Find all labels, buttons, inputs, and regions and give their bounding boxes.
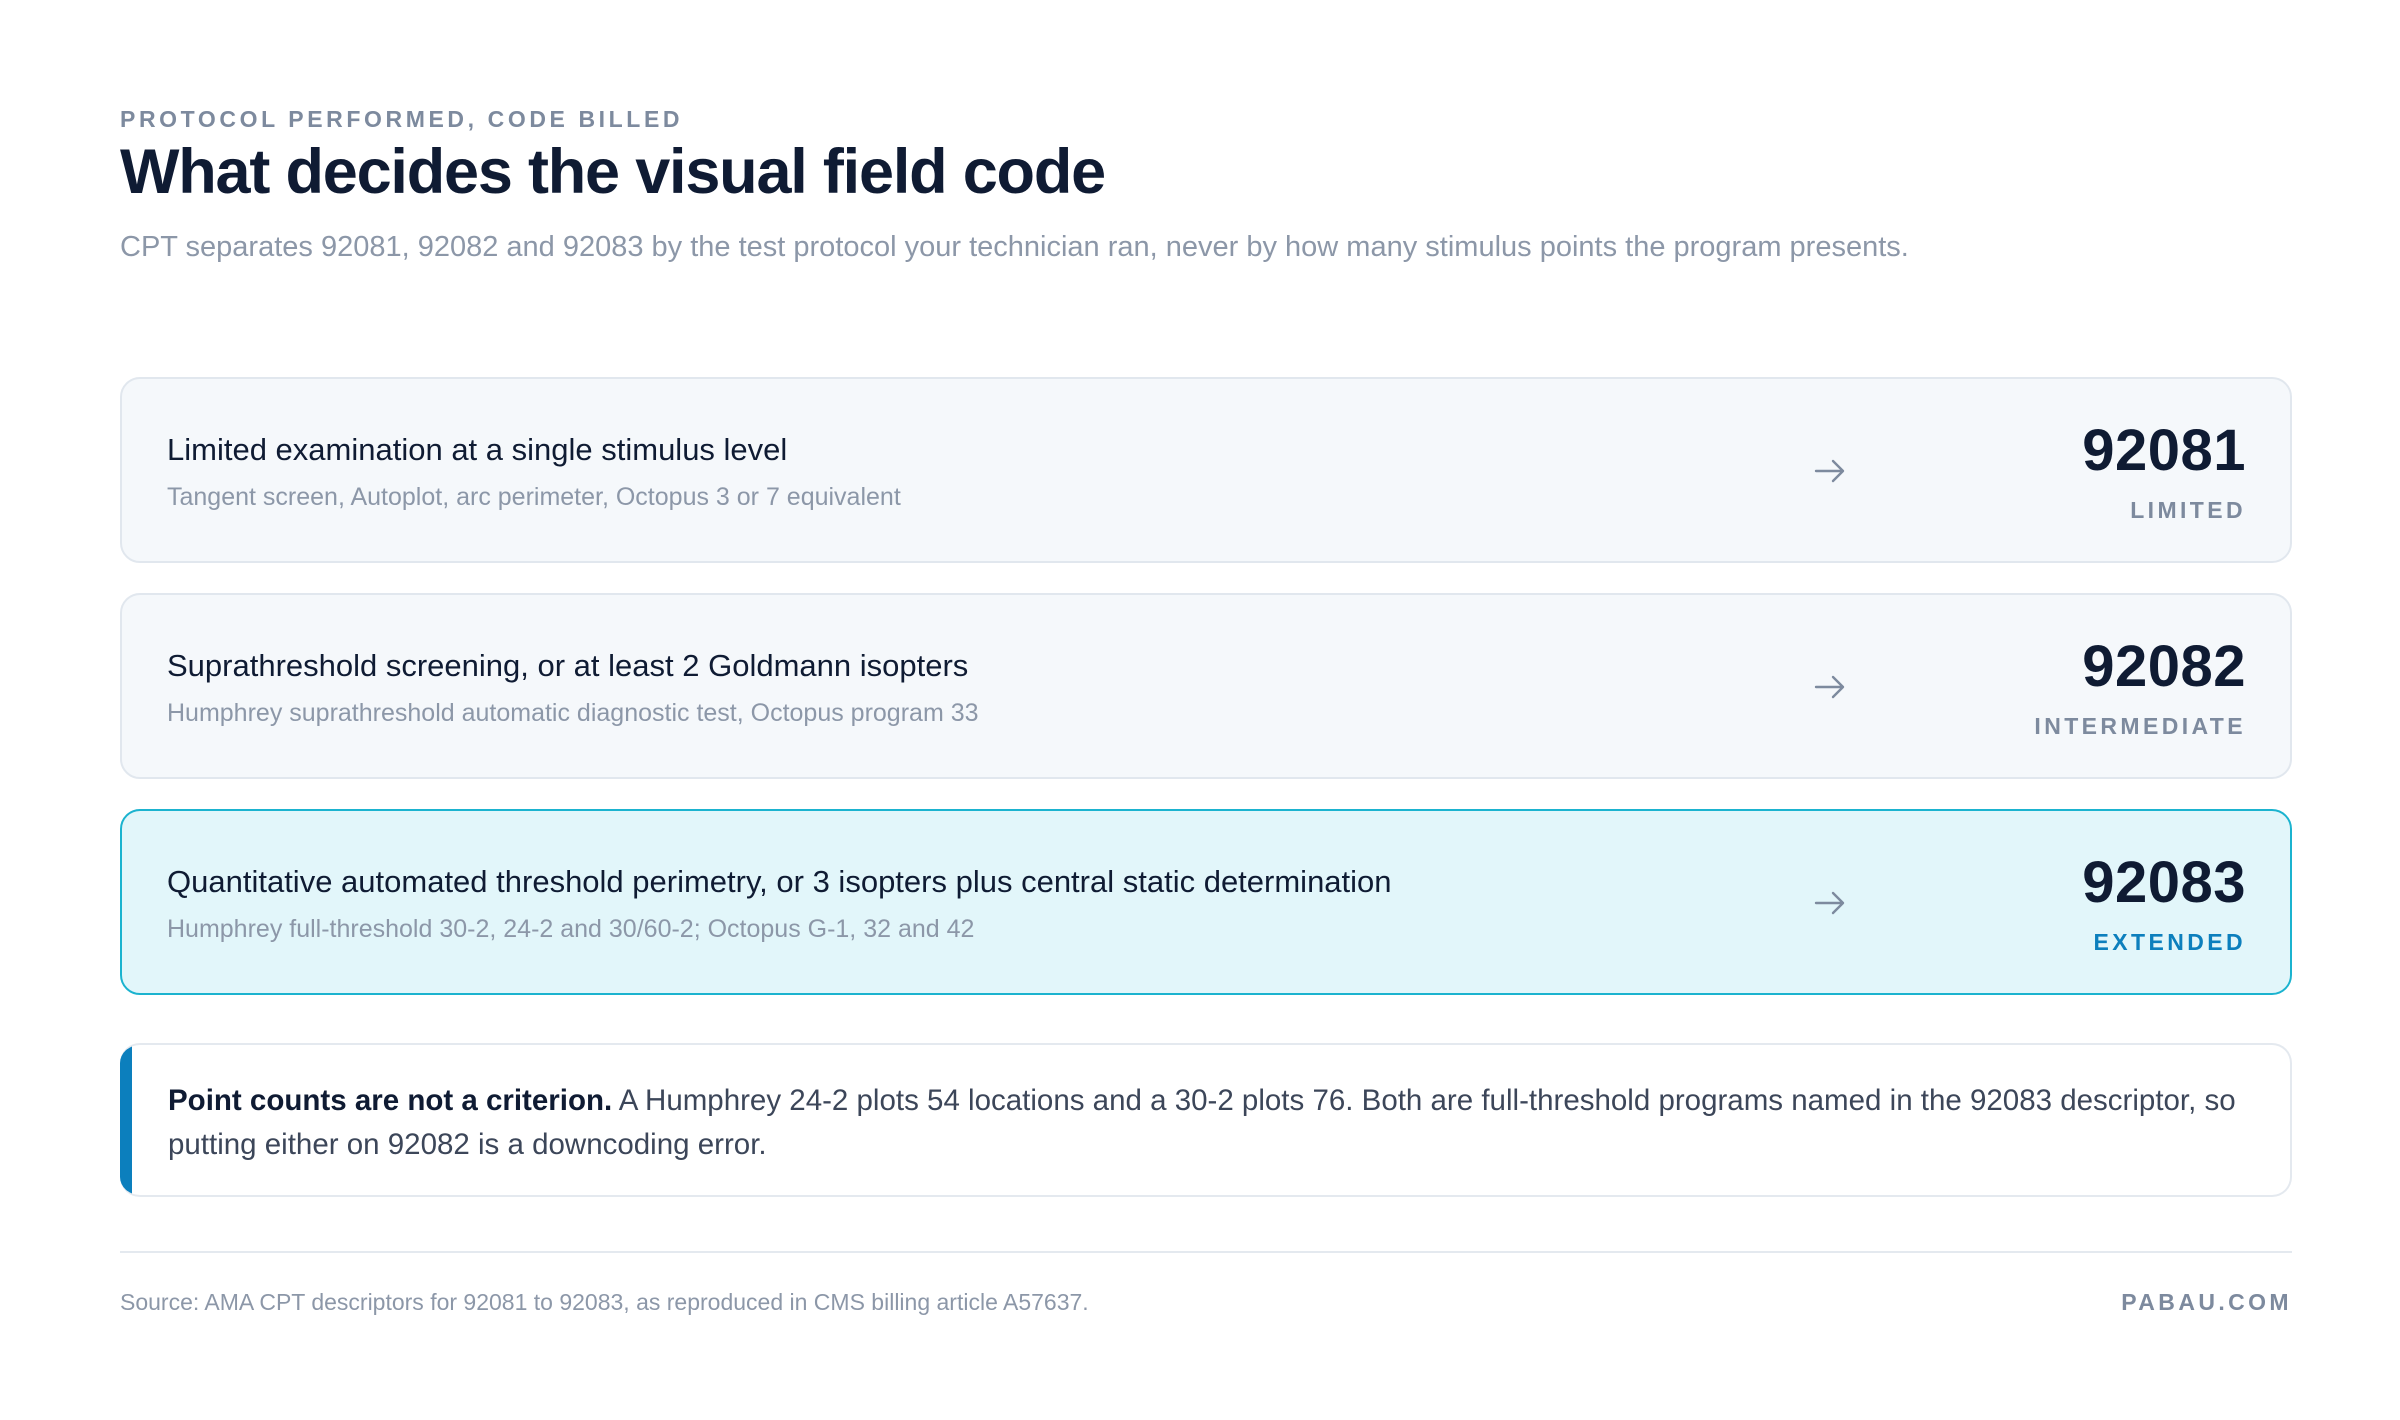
row-heading: Suprathreshold screening, or at least 2 … <box>167 648 969 683</box>
callout-text: Point counts are not a criterion. A Hump… <box>168 1079 2258 1167</box>
code-row-92082: Suprathreshold screening, or at least 2 … <box>120 593 2292 779</box>
arrow-right-icon <box>1814 675 1845 699</box>
row-detail: Humphrey suprathreshold automatic diagno… <box>167 699 979 727</box>
arrow-right-icon <box>1814 891 1845 915</box>
code-row-92081: Limited examination at a single stimulus… <box>120 377 2292 563</box>
callout-note: Point counts are not a criterion. A Hump… <box>120 1043 2292 1197</box>
row-detail: Humphrey full-threshold 30-2, 24-2 and 3… <box>167 915 975 943</box>
arrow-right-icon <box>1814 459 1845 483</box>
page-title: What decides the visual field code <box>120 137 1106 207</box>
brand-wordmark: PABAU.COM <box>2121 1289 2292 1315</box>
row-tier: EXTENDED <box>2093 929 2246 955</box>
eyebrow-label: PROTOCOL PERFORMED, CODE BILLED <box>120 106 684 132</box>
row-heading: Limited examination at a single stimulus… <box>167 432 788 467</box>
callout-accent-bar <box>120 1045 132 1195</box>
row-heading: Quantitative automated threshold perimet… <box>167 864 1392 899</box>
callout-lead: Point counts are not a criterion. <box>168 1084 613 1117</box>
row-code: 92081 <box>2082 418 2246 483</box>
row-tier: LIMITED <box>2130 497 2246 523</box>
row-code: 92082 <box>2082 634 2246 699</box>
row-tier: INTERMEDIATE <box>2034 713 2246 739</box>
code-rows: Limited examination at a single stimulus… <box>120 377 2292 1025</box>
code-row-92083: Quantitative automated threshold perimet… <box>120 809 2292 995</box>
source-note: Source: AMA CPT descriptors for 92081 to… <box>120 1289 1089 1315</box>
row-detail: Tangent screen, Autoplot, arc perimeter,… <box>167 483 901 511</box>
row-code: 92083 <box>2082 850 2246 915</box>
page-subtitle: CPT separates 92081, 92082 and 92083 by … <box>120 231 1909 263</box>
footer-divider <box>120 1251 2292 1253</box>
